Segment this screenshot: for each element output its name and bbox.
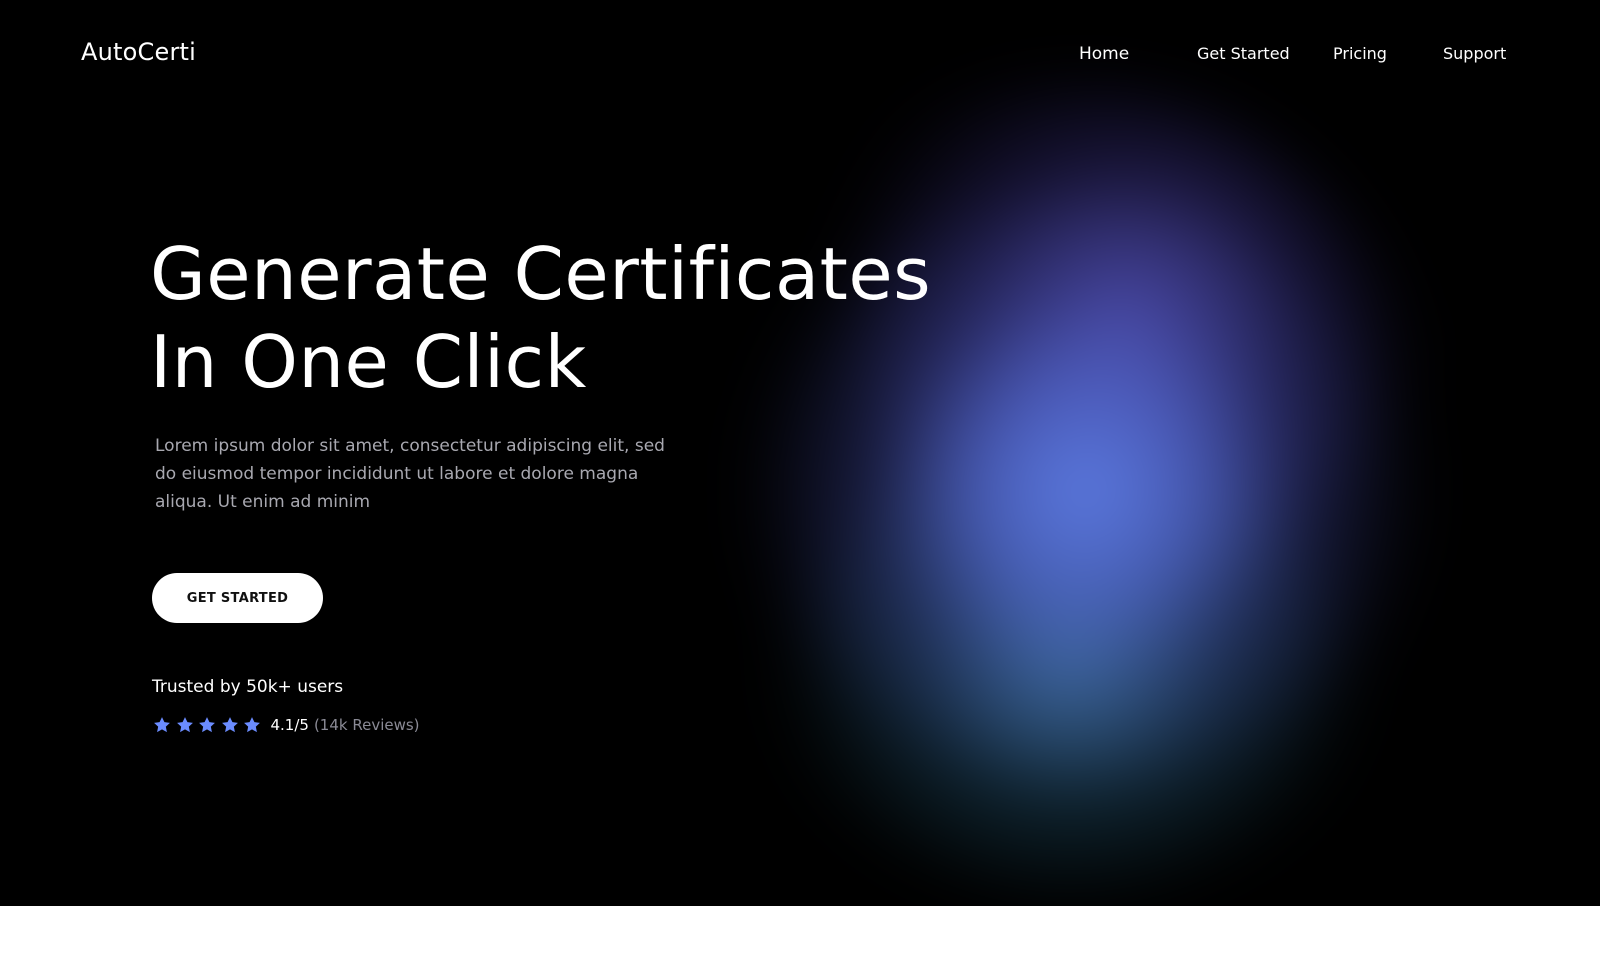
star-rating bbox=[152, 715, 265, 735]
nav-item-home[interactable]: Home bbox=[1079, 44, 1129, 64]
nav-item-pricing[interactable]: Pricing bbox=[1333, 44, 1387, 63]
hero-headline: Generate Certificates In One Click bbox=[150, 230, 1010, 406]
get-started-button[interactable]: GET STARTED bbox=[152, 573, 323, 623]
rating-reviews-count: (14k Reviews) bbox=[313, 716, 420, 734]
hero-description: Lorem ipsum dolor sit amet, consectetur … bbox=[155, 436, 665, 512]
star-icon bbox=[197, 715, 217, 735]
gradient-glow bbox=[700, 90, 1440, 890]
headline-line-1: Generate Certificates bbox=[150, 232, 932, 316]
nav-item-support[interactable]: Support bbox=[1443, 44, 1506, 63]
rating-score: 4.1/5 bbox=[270, 716, 309, 734]
star-icon bbox=[242, 715, 262, 735]
trusted-text: Trusted by 50k+ users bbox=[152, 677, 344, 697]
hero-section: AutoCerti Home Get Started Pricing Suppo… bbox=[0, 0, 1600, 906]
star-icon bbox=[220, 715, 240, 735]
headline-line-2: In One Click bbox=[150, 320, 587, 404]
main-nav: Home Get Started Pricing Support bbox=[0, 44, 1600, 68]
star-icon bbox=[152, 715, 172, 735]
rating-row: 4.1/5 (14k Reviews) bbox=[152, 713, 420, 737]
nav-item-get-started[interactable]: Get Started bbox=[1197, 44, 1290, 63]
star-icon bbox=[175, 715, 195, 735]
